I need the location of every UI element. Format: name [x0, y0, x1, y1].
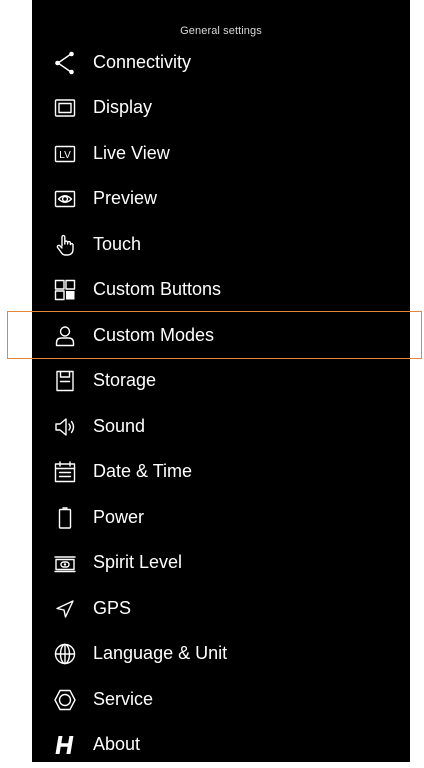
menu-item-label: Language & Unit	[93, 643, 227, 664]
speaker-icon	[53, 415, 77, 439]
grid-buttons-icon	[53, 278, 77, 302]
menu-item-gps[interactable]: GPS	[32, 586, 410, 632]
menu-item-about[interactable]: About	[32, 723, 410, 768]
share-icon	[53, 51, 77, 75]
h-logo-icon	[53, 733, 77, 757]
menu-item-label: Custom Modes	[93, 325, 214, 346]
menu-item-storage[interactable]: Storage	[32, 359, 410, 405]
battery-icon	[53, 506, 77, 530]
menu-item-live-view[interactable]: LV Live View	[32, 131, 410, 177]
menu-list: Connectivity Display LV Live View	[32, 40, 410, 768]
menu-item-custom-buttons[interactable]: Custom Buttons	[32, 268, 410, 314]
live-view-icon: LV	[53, 142, 77, 166]
live-view-icon-text: LV	[59, 150, 71, 161]
menu-item-label: Service	[93, 689, 153, 710]
menu-item-spirit-level[interactable]: Spirit Level	[32, 541, 410, 587]
menu-item-label: Power	[93, 507, 144, 528]
level-icon	[53, 551, 77, 575]
menu-item-date-time[interactable]: Date & Time	[32, 450, 410, 496]
menu-item-service[interactable]: Service	[32, 677, 410, 723]
menu-item-display[interactable]: Display	[32, 86, 410, 132]
menu-item-label: Custom Buttons	[93, 279, 221, 300]
header-title: General settings	[32, 25, 410, 37]
menu-item-connectivity[interactable]: Connectivity	[32, 40, 410, 86]
menu-item-language-unit[interactable]: Language & Unit	[32, 632, 410, 678]
menu-item-label: Touch	[93, 234, 141, 255]
settings-screen: General settings Connectivity	[32, 0, 410, 762]
menu-item-label: Display	[93, 97, 152, 118]
menu-item-label: Sound	[93, 416, 145, 437]
menu-item-sound[interactable]: Sound	[32, 404, 410, 450]
menu-item-label: Storage	[93, 370, 156, 391]
menu-item-label: Preview	[93, 188, 157, 209]
calendar-icon	[53, 460, 77, 484]
sd-card-icon	[53, 369, 77, 393]
menu-item-label: Date & Time	[93, 461, 192, 482]
menu-item-label: Spirit Level	[93, 552, 182, 573]
location-arrow-icon	[53, 597, 77, 621]
menu-item-custom-modes[interactable]: Custom Modes	[32, 313, 410, 359]
menu-item-label: Live View	[93, 143, 170, 164]
menu-item-power[interactable]: Power	[32, 495, 410, 541]
display-icon	[53, 96, 77, 120]
eye-icon	[53, 187, 77, 211]
menu-item-label: GPS	[93, 598, 131, 619]
menu-item-label: About	[93, 734, 140, 755]
hexagon-icon	[53, 688, 77, 712]
menu-item-label: Connectivity	[93, 52, 191, 73]
user-icon	[53, 324, 77, 348]
menu-item-touch[interactable]: Touch	[32, 222, 410, 268]
hand-pointer-icon	[53, 233, 77, 257]
menu-item-preview[interactable]: Preview	[32, 177, 410, 223]
globe-icon	[53, 642, 77, 666]
